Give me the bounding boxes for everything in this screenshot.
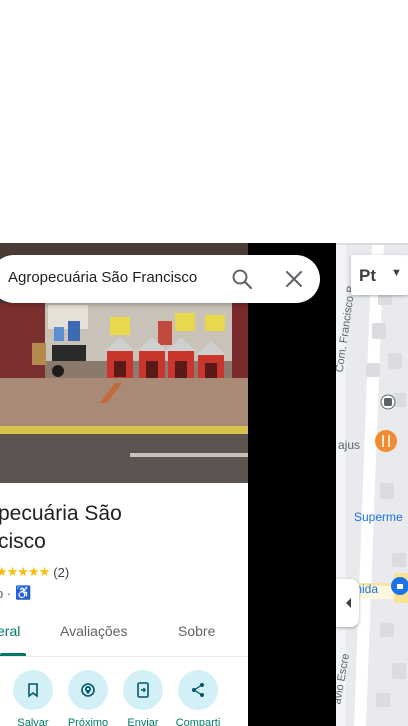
map-canvas[interactable]: ajus Superme mida Com. Francisco B avio …	[336, 243, 408, 726]
place-title: pecuária São cisco	[0, 500, 248, 556]
category-text: p ·	[0, 585, 12, 601]
tab-active-indicator	[0, 653, 26, 656]
review-count[interactable]: (2)	[53, 565, 69, 580]
layer-button-label: Pt	[359, 266, 376, 285]
bookmark-icon	[13, 670, 53, 710]
tab-bar: eral Avaliações Sobre	[0, 607, 248, 657]
language-layer-button[interactable]: Pt ▼	[351, 255, 408, 295]
map-label-supermercado: Superme	[354, 510, 403, 524]
place-panel: pecuária São cisco ★★★★★ (2) p · ♿ eral …	[0, 243, 248, 726]
search-icon[interactable]	[230, 267, 254, 291]
chevron-down-icon: ▼	[391, 267, 402, 279]
collapse-panel-button[interactable]	[336, 579, 359, 627]
send-to-phone-icon	[123, 670, 163, 710]
nearby-label: Próximo	[67, 717, 109, 726]
search-input[interactable]: Agropecuária São Francisco	[8, 269, 197, 286]
send-to-phone-button[interactable]: Enviar	[122, 670, 164, 726]
rating-row[interactable]: ★★★★★ (2)	[0, 562, 69, 582]
send-label: Enviar	[127, 717, 159, 726]
place-title-line-1: pecuária São	[0, 502, 122, 525]
place-title-line-2: cisco	[0, 530, 46, 553]
rating-stars: ★★★★★	[0, 564, 50, 579]
search-box[interactable]: Agropecuária São Francisco	[0, 255, 320, 303]
tab-about[interactable]: Sobre	[178, 623, 215, 639]
map-label-ajus: ajus	[338, 438, 361, 452]
tab-reviews[interactable]: Avaliações	[60, 623, 127, 639]
save-button[interactable]: Salvar	[12, 670, 54, 726]
share-button[interactable]: Comparti	[176, 670, 220, 726]
panel-gap	[248, 243, 336, 726]
tab-overview[interactable]: eral	[0, 623, 20, 639]
category-row: p · ♿	[0, 583, 31, 603]
wheelchair-icon: ♿	[15, 585, 32, 600]
share-icon	[178, 670, 218, 710]
share-label: Comparti	[175, 717, 221, 726]
chevron-left-icon	[345, 598, 351, 608]
maps-screen: pecuária São cisco ★★★★★ (2) p · ♿ eral …	[0, 0, 408, 726]
nearby-button[interactable]: Próximo	[67, 670, 109, 726]
close-icon[interactable]	[282, 267, 306, 291]
action-row: Salvar Próximo Enviar Comparti	[0, 670, 248, 726]
nearby-icon	[68, 670, 108, 710]
save-label: Salvar	[17, 717, 49, 726]
